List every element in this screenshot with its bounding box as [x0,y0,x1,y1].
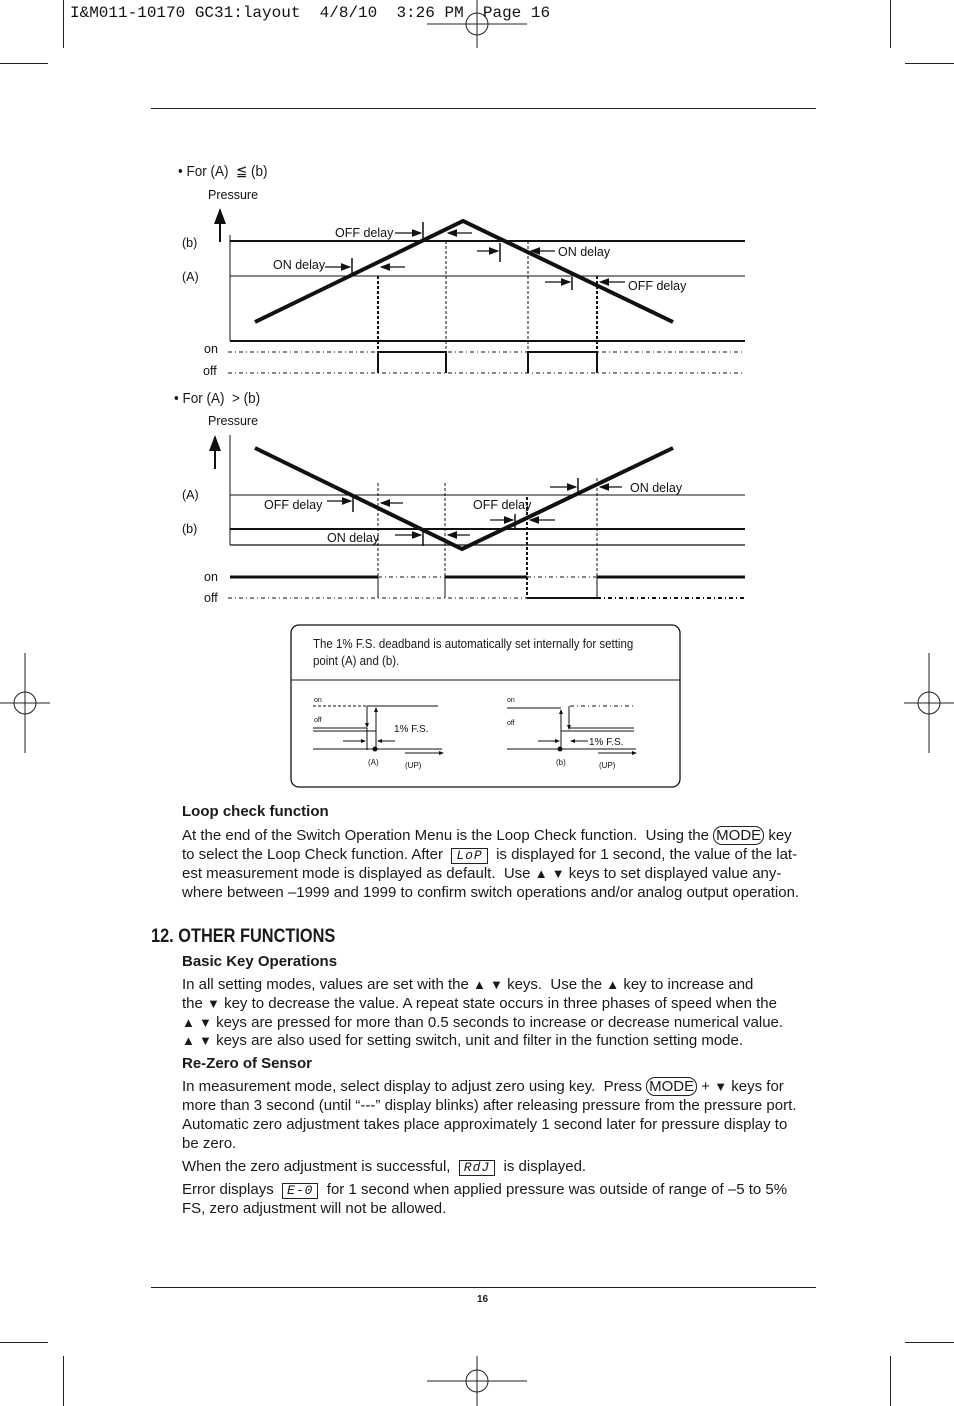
off-delay-label: OFF delay [335,226,394,240]
down-key-icon: ▼ [714,1079,728,1094]
deadband-right-fs: 1% F.S. [589,737,623,748]
text-segment: est measurement mode is displayed as def… [182,865,535,882]
text-segment: is displayed. [495,1158,587,1175]
text-segment: be zero. [182,1135,237,1152]
deadband-left-off: off [314,717,322,724]
text-line: est measurement mode is displayed as def… [182,865,781,883]
text-segment: At the end of the Switch Operation Menu … [182,827,714,844]
mode-key-label: MODE [646,1077,698,1096]
down-key-icon: ▼ [199,1015,212,1030]
deadband-right-off: off [507,720,515,727]
text-line: At the end of the Switch Operation Menu … [182,826,792,845]
lcd-display-code: RdJ [458,1160,496,1176]
text-segment: keys are pressed for more than 0.5 secon… [211,1014,784,1031]
text-line: to select the Loop Check function. After… [182,846,797,864]
off-label: off [203,364,217,378]
rezero-heading: Re-Zero of Sensor [182,1055,313,1072]
down-key-icon: ▼ [551,866,565,881]
text-segment: + [697,1078,715,1095]
off-delay-label: OFF delay [473,498,532,512]
text-line: ▲ ▼ keys are pressed for more than 0.5 s… [182,1014,783,1032]
text-segment: In measurement mode, select display to a… [182,1078,647,1095]
loop-check-heading: Loop check function [182,803,329,820]
down-key-icon: ▼ [199,1033,212,1048]
text-segment: is displayed for 1 second, the value of … [487,846,798,863]
deadband-right-up: (UP) [599,761,616,770]
deadband-left-on: on [314,697,322,704]
text-segment: key to decrease the value. A repeat stat… [219,995,777,1012]
on-label: on [204,342,218,356]
text-line: ▲ ▼ keys are also used for setting switc… [182,1032,743,1050]
on-delay-label: ON delay [630,481,683,495]
up-key-icon: ▲ [534,866,548,881]
deadband-left-up: (UP) [405,761,422,770]
deadband-left-fs: 1% F.S. [394,724,428,735]
up-key-icon: ▲ [606,977,620,992]
off-delay-label: OFF delay [264,498,323,512]
on-label: on [204,570,218,584]
setpoint-a-label: (A) [182,488,199,502]
text-line: In measurement mode, select display to a… [182,1077,784,1096]
diagram2 [209,435,745,599]
page-number: 16 [477,1294,489,1305]
text-line: where between –1999 and 1999 to confirm … [182,884,799,902]
on-delay-label: ON delay [273,258,326,272]
text-line: When the zero adjustment is successful, … [182,1158,586,1176]
deadband-right-point: (b) [556,758,566,767]
basic-keys-heading: Basic Key Operations [182,953,338,970]
setpoint-b-label: (b) [182,236,197,250]
text-line: Automatic zero adjustment takes place ap… [182,1116,787,1134]
lcd-display-code: E-0 [282,1183,319,1199]
deadband-left-point: (A) [368,758,379,767]
text-segment: for 1 second when applied pressure was o… [318,1181,788,1198]
text-line: In all setting modes, values are set wit… [182,976,753,994]
text-line: Error displays E-0 for 1 second when app… [182,1181,787,1199]
pressure-axis-label: Pressure [208,414,258,428]
on-delay-label: ON delay [327,531,380,545]
off-label: off [204,591,218,605]
text-segment: keys for [727,1078,784,1095]
text-segment: FS, zero adjustment will not be allowed. [182,1200,447,1217]
deadband-note-line2: point (A) and (b). [313,654,400,668]
text-segment: key to increase and [619,976,754,993]
text-line: be zero. [182,1135,236,1153]
off-delay-label: OFF delay [628,279,687,293]
up-key-icon: ▲ [472,977,486,992]
lcd-display-code: LoP [451,848,488,864]
text-segment: Error displays [182,1181,283,1198]
text-segment: When the zero adjustment is successful, [182,1158,459,1175]
text-segment: the [182,995,208,1012]
text-segment: to select the Loop Check function. After [182,846,452,863]
deadband-note-line1: The 1% F.S. deadband is automatically se… [313,637,634,651]
section-title: 12. OTHER FUNCTIONS [151,926,336,947]
setpoint-a-label: (A) [182,270,199,284]
text-line: more than 3 second (until “---” display … [182,1097,796,1115]
setpoint-b-label: (b) [182,522,197,536]
text-segment: more than 3 second (until “---” display … [182,1097,797,1114]
up-key-icon: ▲ [182,1015,195,1030]
text-segment: In all setting modes, values are set wit… [182,976,473,993]
text-segment: keys are also used for setting switch, u… [211,1032,744,1049]
text-line: the ▼ key to decrease the value. A repea… [182,995,777,1013]
down-key-icon: ▼ [207,996,220,1011]
up-key-icon: ▲ [182,1033,195,1048]
deadband-right-on: on [507,697,515,704]
text-segment: key [764,827,792,844]
text-line: FS, zero adjustment will not be allowed. [182,1200,446,1218]
text-segment: Automatic zero adjustment takes place ap… [182,1116,788,1133]
pressure-axis-label: Pressure [208,188,258,202]
on-delay-label: ON delay [558,245,611,259]
text-segment: keys. Use the [502,976,607,993]
down-key-icon: ▼ [490,977,503,992]
footer-rule [151,1287,816,1288]
mode-key-label: MODE [713,826,765,845]
text-segment: keys to set displayed value any- [564,865,782,882]
text-segment: where between –1999 and 1999 to confirm … [182,884,800,901]
